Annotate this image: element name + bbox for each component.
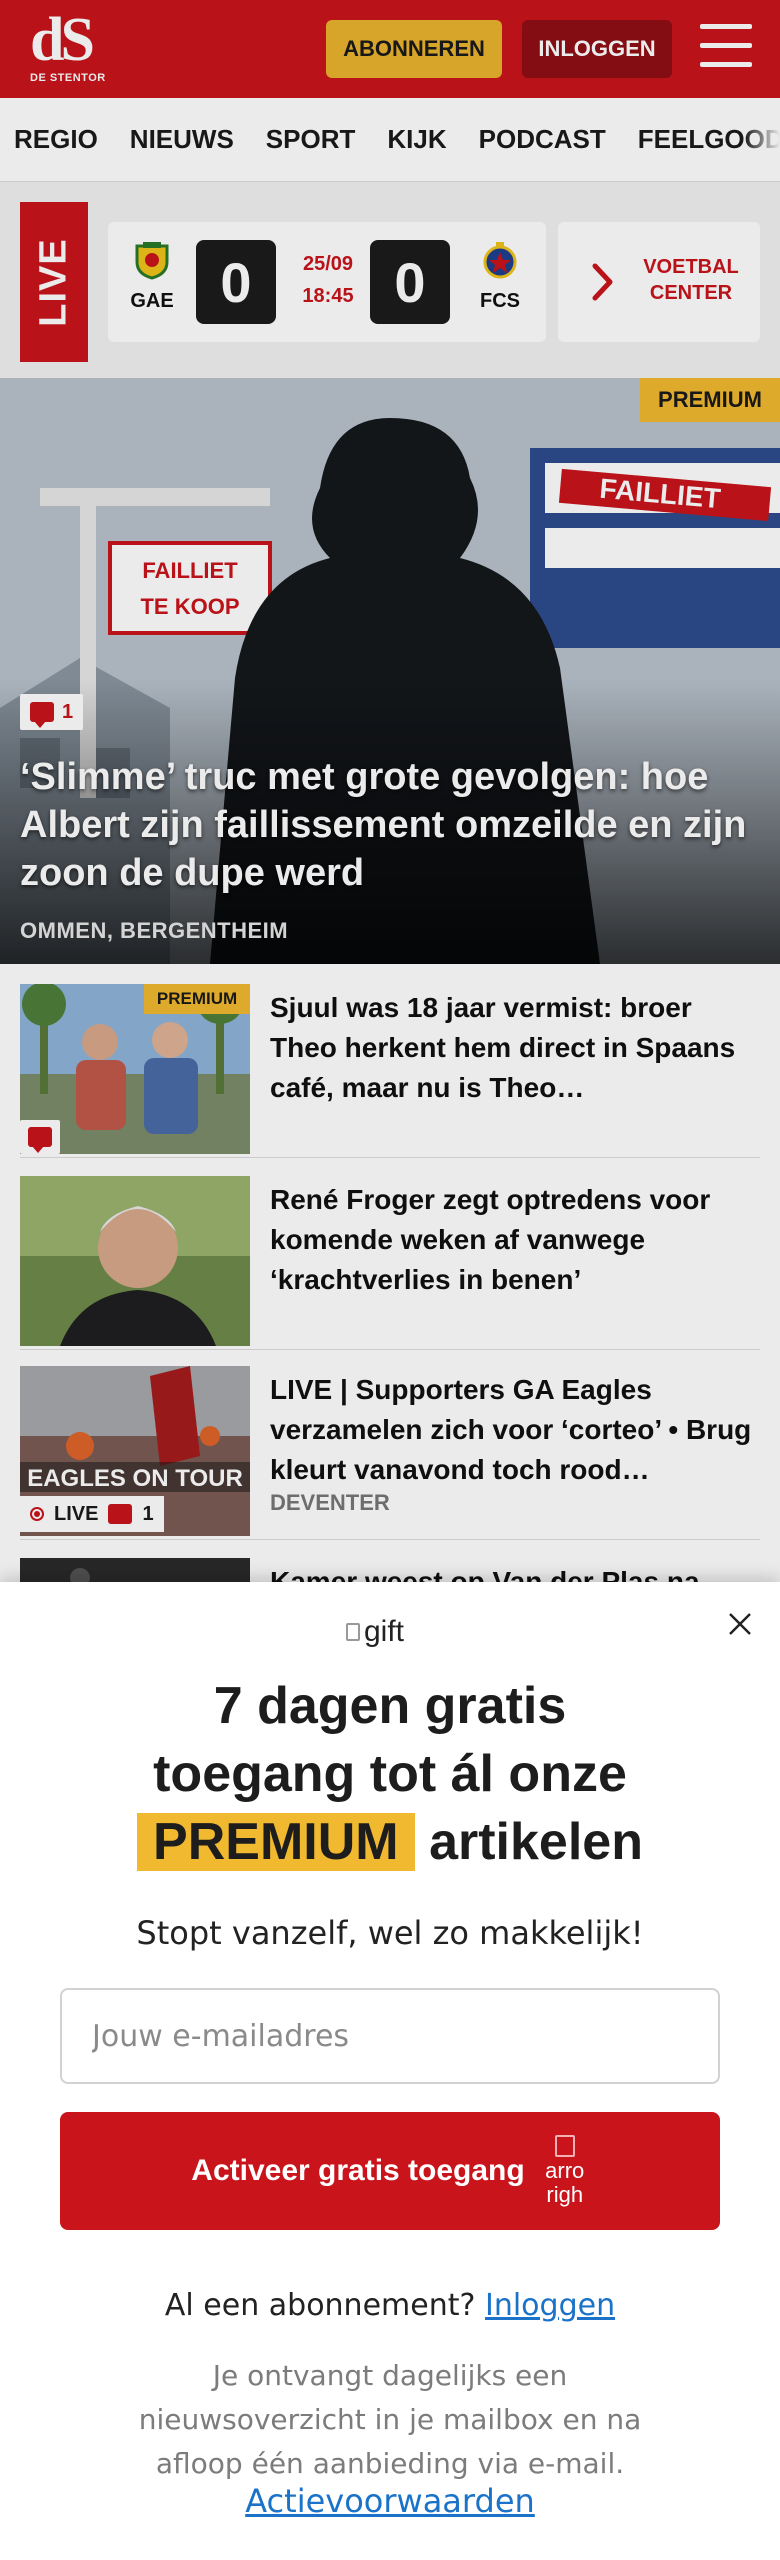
terms-link[interactable]: Actievoorwaarden xyxy=(40,2482,740,2520)
page-dim-overlay xyxy=(0,0,780,1582)
login-link[interactable]: Inloggen xyxy=(485,2288,615,2323)
sheet-disclaimer: Je ontvangt dagelijks een nieuwsoverzich… xyxy=(138,2359,642,2480)
arrow-right-icon: arro righ xyxy=(541,2123,589,2219)
premium-highlight: PREMIUM xyxy=(137,1813,415,1871)
gift-icon: gift xyxy=(346,1612,436,1652)
premium-trial-sheet: gift 7 dagen gratis toegang tot ál onze … xyxy=(0,1582,780,2560)
close-icon[interactable] xyxy=(720,1604,760,1644)
sheet-title: 7 dagen gratis toegang tot ál onze PREMI… xyxy=(40,1672,740,1876)
activate-trial-button[interactable]: Activeer gratis toegang arro righ xyxy=(60,2112,720,2230)
activate-trial-label: Activeer gratis toegang xyxy=(191,2154,525,2187)
email-field[interactable] xyxy=(60,1988,720,2084)
sheet-subtitle: Stopt vanzelf, wel zo makkelijk! xyxy=(136,1914,644,1952)
existing-subscription-line: Al een abonnement? Inloggen xyxy=(164,2288,616,2323)
